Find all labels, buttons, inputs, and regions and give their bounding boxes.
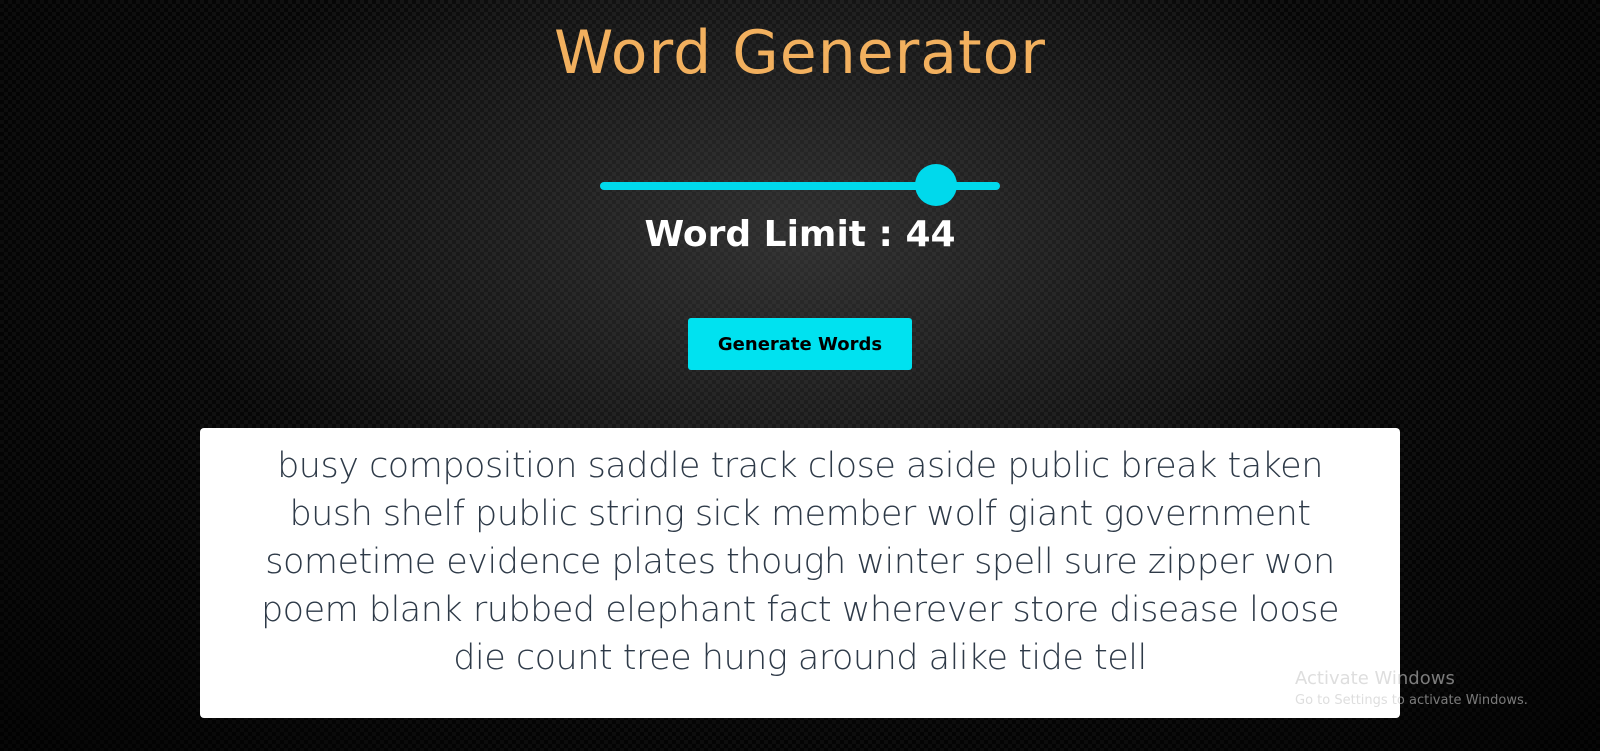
watermark-title: Activate Windows [1295,668,1455,689]
windows-activation-watermark: Activate Windows Go to Settings to activ… [1295,668,1528,708]
word-limit-slider[interactable] [600,164,1000,206]
word-limit-label: Word Limit : 44 [644,214,956,255]
slider-thumb[interactable] [915,164,957,206]
generated-words-output: busy composition saddle track close asid… [200,428,1400,718]
generate-words-button[interactable]: Generate Words [688,318,912,370]
watermark-subtitle: Go to Settings to activate Windows. [1295,693,1528,708]
page-title: Word Generator [554,18,1046,88]
